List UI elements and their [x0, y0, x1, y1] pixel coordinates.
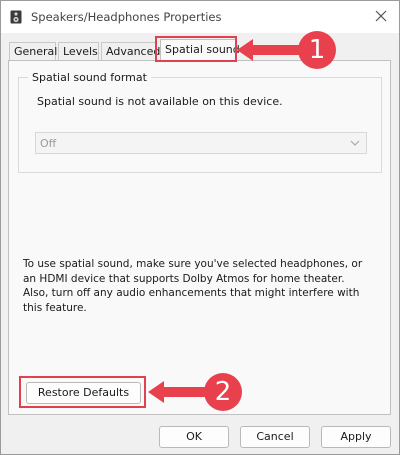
- tab-spatial-sound[interactable]: Spatial sound: [160, 39, 240, 61]
- ok-button[interactable]: OK: [159, 426, 229, 448]
- close-icon[interactable]: [373, 8, 389, 24]
- info-line: this feature.: [23, 301, 87, 314]
- window-title: Speakers/Headphones Properties: [31, 10, 222, 24]
- annotation-arrow-2: [148, 381, 208, 403]
- cancel-button[interactable]: Cancel: [240, 426, 310, 448]
- group-label: Spatial sound format: [28, 71, 151, 84]
- annotation-badge-1: 1: [298, 31, 336, 69]
- restore-defaults-button[interactable]: Restore Defaults: [26, 382, 141, 404]
- speaker-icon: [10, 10, 22, 24]
- select-value: Off: [40, 137, 57, 150]
- apply-button[interactable]: Apply: [321, 426, 391, 448]
- info-text: To use spatial sound, make sure you've s…: [23, 257, 383, 315]
- annotation-arrow-1: [237, 39, 303, 61]
- chevron-down-icon: [350, 140, 360, 146]
- tab-general[interactable]: General: [9, 42, 57, 60]
- tab-levels[interactable]: Levels: [58, 42, 99, 60]
- spatial-format-group: [18, 77, 382, 173]
- title-bar: Speakers/Headphones Properties: [1, 1, 399, 33]
- tab-strip: General Levels Advanced Spatial sound: [1, 39, 399, 61]
- info-line: To use spatial sound, make sure you've s…: [23, 258, 363, 270]
- tab-advanced[interactable]: Advanced: [101, 42, 160, 60]
- spatial-format-select[interactable]: Off: [35, 132, 367, 154]
- info-line: an HDMI device that supports Dolby Atmos…: [23, 272, 345, 285]
- info-line: Also, turn off any audio enhancements th…: [23, 287, 360, 299]
- annotation-badge-2: 2: [204, 373, 242, 411]
- status-text: Spatial sound is not available on this d…: [37, 95, 283, 108]
